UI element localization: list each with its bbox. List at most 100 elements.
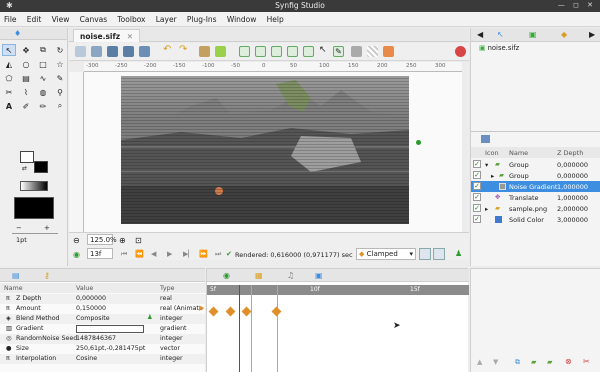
width-tool-icon[interactable]: ⌇ <box>19 86 33 98</box>
preview-icon[interactable] <box>199 46 210 57</box>
layer-visible-checkbox[interactable]: ✓ <box>473 204 481 212</box>
menu-view[interactable]: View <box>48 12 74 24</box>
render-icon[interactable] <box>215 46 226 57</box>
seek-end-icon[interactable]: ⏭ <box>215 250 221 259</box>
waypoint-icon[interactable] <box>241 306 252 317</box>
onion-skin-icon[interactable] <box>239 46 250 57</box>
encapsulate-switch-icon[interactable]: ▰ <box>547 358 552 366</box>
zoom-fit-icon[interactable]: ⊡ <box>135 236 142 245</box>
seek-begin-icon[interactable]: ⏮ <box>121 250 127 259</box>
waypoint-icon[interactable] <box>271 306 282 317</box>
expander-icon[interactable]: ▸ <box>491 172 494 180</box>
eyedrop-tool-icon[interactable]: ⚲ <box>53 86 67 98</box>
vertical-ruler[interactable] <box>69 72 84 232</box>
canvas-browser-tab-icon[interactable]: ↖ <box>497 30 504 39</box>
param-value[interactable]: 0,000000 <box>76 295 106 302</box>
menu-plugins[interactable]: Plug-Ins <box>183 12 221 24</box>
swap-colors-icon[interactable]: ⇄ <box>22 165 27 172</box>
layer-visible-checkbox[interactable]: ✓ <box>473 171 481 179</box>
navigator-tab-icon[interactable]: ▣ <box>529 30 537 39</box>
menu-layer[interactable]: Layer <box>152 12 181 24</box>
smooth-move-tool-icon[interactable]: ✥ <box>19 44 33 56</box>
snap-guides-icon[interactable] <box>303 46 314 57</box>
library-tab2-icon[interactable]: ▣ <box>315 271 323 280</box>
toggle-stop-icon[interactable] <box>351 46 362 57</box>
forward-icon[interactable]: ▶ <box>589 30 595 39</box>
circle-tool-icon[interactable]: ○ <box>19 58 33 70</box>
animation-mode-person-icon[interactable]: ♟ <box>455 249 462 258</box>
seek-prev-keyframe-icon[interactable]: ⏪ <box>135 250 144 258</box>
fill-tool-icon[interactable]: ◍ <box>36 86 50 98</box>
handle-point[interactable] <box>416 140 421 145</box>
seek-prev-frame-icon[interactable]: ◀ <box>151 250 156 258</box>
seek-next-frame-icon[interactable]: ▶▏ <box>183 250 194 258</box>
param-row[interactable]: ● Size 250,61pt,-0,281475pt vector <box>0 344 205 354</box>
snap-grid-icon[interactable] <box>271 46 282 57</box>
params-tab-icon[interactable]: ▤ <box>12 271 20 280</box>
window-controls[interactable]: — ◻ ✕ <box>558 1 596 9</box>
keyframe-lock-future-icon[interactable] <box>433 248 445 260</box>
save-all-icon[interactable] <box>139 46 150 57</box>
layer-row-selected[interactable]: ✓ Noise Gradient 1,000000 <box>471 181 600 192</box>
layer-row[interactable]: ✓ Solid Color 3,000000 <box>471 214 600 225</box>
toggle-low-res-icon[interactable] <box>383 46 394 57</box>
lower-layer-icon[interactable]: ▼ <box>493 358 498 366</box>
gradient-tool-icon[interactable]: ▤ <box>19 72 33 84</box>
raise-layer-icon[interactable]: ▲ <box>477 358 482 366</box>
show-guides-icon[interactable] <box>287 46 298 57</box>
close-tab-icon[interactable]: ✕ <box>127 32 133 41</box>
param-value[interactable]: 1487846367 <box>76 335 116 342</box>
cutout-tool-icon[interactable]: ✂ <box>2 86 16 98</box>
param-row[interactable]: π Amount 0,150000 real (Animate ▶ <box>0 304 205 314</box>
layers-tab-icon[interactable] <box>481 135 490 143</box>
keyframe-lock-past-icon[interactable] <box>419 248 431 260</box>
document-tab[interactable]: noise.sifz ✕ <box>73 29 141 42</box>
layer-visible-checkbox[interactable]: ✓ <box>473 215 481 223</box>
layer-visible-checkbox[interactable]: ✓ <box>473 160 481 168</box>
rectangle-tool-icon[interactable]: □ <box>36 58 50 70</box>
layer-row[interactable]: ✓ ▸ ▰ Group 0,000000 <box>471 170 600 181</box>
save-as-icon[interactable] <box>123 46 134 57</box>
noise-image[interactable] <box>121 76 409 224</box>
timetrack-tab-icon[interactable]: ◉ <box>223 271 230 280</box>
cut-layer-icon[interactable]: ✂ <box>583 357 590 366</box>
spline-tool-icon[interactable]: ∿ <box>36 72 50 84</box>
duplicate-layer-icon[interactable]: ⧉ <box>515 358 520 367</box>
pointer-icon[interactable]: ↖ <box>319 45 330 56</box>
polygon-tool-icon[interactable]: ⬠ <box>2 72 16 84</box>
menu-edit[interactable]: Edit <box>23 12 46 24</box>
open-file-icon[interactable] <box>91 46 102 57</box>
sketch-tool-icon[interactable]: ✐ <box>19 100 33 112</box>
brush-size-decrease[interactable]: − <box>16 224 22 232</box>
gradient-swatch[interactable] <box>20 181 48 191</box>
layer-visible-checkbox[interactable]: ✓ <box>473 193 481 201</box>
panel-divider[interactable] <box>471 131 600 132</box>
draw-tool-icon[interactable]: ✎ <box>53 72 67 84</box>
menu-window[interactable]: Window <box>223 12 261 24</box>
param-row[interactable]: ◎ RandomNoise Seed 1487846367 integer <box>0 334 205 344</box>
zoom-tool-icon[interactable]: ⌕ <box>53 100 67 112</box>
time-ruler[interactable]: 5f 10f 15f <box>207 285 469 295</box>
brush-size-increase[interactable]: + <box>44 224 50 232</box>
param-value[interactable]: 250,61pt,-0,281475pt <box>76 345 145 352</box>
toggle-background-icon[interactable] <box>367 46 378 57</box>
save-icon[interactable] <box>107 46 118 57</box>
transform-tool-icon[interactable]: ↖ <box>2 44 16 56</box>
zoom-in-icon[interactable]: ⊕ <box>119 236 126 245</box>
gradient-value-swatch[interactable] <box>76 325 144 333</box>
seek-next-keyframe-icon[interactable]: ⏩ <box>199 250 208 258</box>
waypoint-icon[interactable] <box>225 306 236 317</box>
menu-canvas[interactable]: Canvas <box>76 12 112 24</box>
brush-tool-icon[interactable]: ✏ <box>36 100 50 112</box>
param-row[interactable]: π Interpolation Cosine integer <box>0 354 205 364</box>
keyframes-tab-icon[interactable]: ⚷ <box>44 271 50 280</box>
new-file-icon[interactable] <box>75 46 86 57</box>
canvas-root-item[interactable]: ▣ noise.sifz <box>479 44 519 52</box>
curves-tab-icon[interactable]: ▦ <box>255 271 263 280</box>
menu-file[interactable]: File <box>0 12 21 24</box>
expander-icon[interactable]: ▸ <box>485 205 488 213</box>
param-value[interactable]: Cosine <box>76 355 97 362</box>
encapsulate-icon[interactable]: ▰ <box>531 358 536 366</box>
layer-row[interactable]: ✓ ▸ ▰ sample.png 2,000000 <box>471 203 600 214</box>
stop-render-icon[interactable] <box>455 46 466 57</box>
